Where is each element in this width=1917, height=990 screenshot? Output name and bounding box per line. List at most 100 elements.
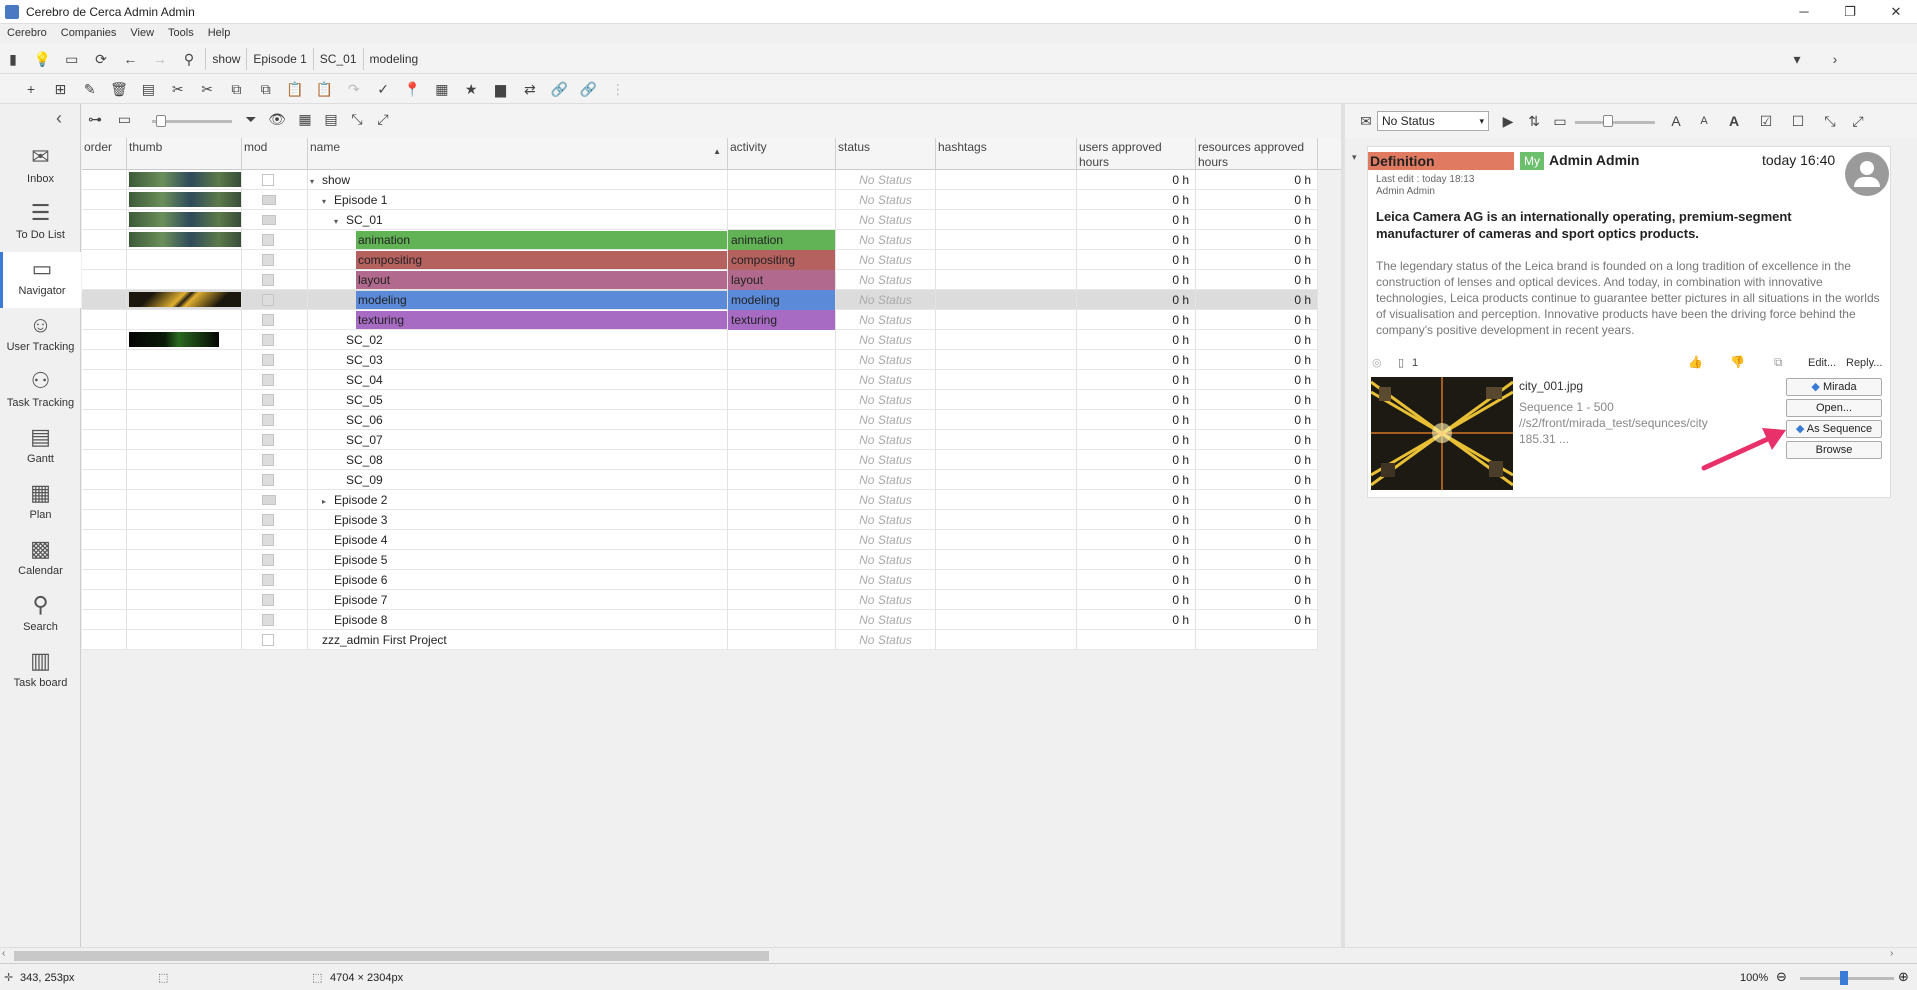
checkbox-empty-icon[interactable]: ☐: [1785, 109, 1811, 133]
attachment-thumbnail[interactable]: [1371, 377, 1513, 490]
cut-icon[interactable]: ✂: [165, 77, 191, 101]
table-row[interactable]: SC_07 No Status 0 h0 h: [82, 430, 1318, 450]
preview-slider-handle[interactable]: [1603, 115, 1613, 127]
status-cell[interactable]: No Status: [836, 590, 936, 610]
as-sequence-button[interactable]: ◆ As Sequence: [1786, 420, 1882, 438]
status-cell[interactable]: No Status: [836, 270, 936, 290]
panel-toggle-icon[interactable]: ▮: [0, 47, 26, 71]
link-icon[interactable]: 🔗: [546, 77, 572, 101]
more-icon[interactable]: ⋮: [605, 77, 631, 101]
thumb-cell[interactable]: [127, 430, 242, 450]
hashtags-cell[interactable]: [936, 170, 1077, 190]
thumb-cell[interactable]: [127, 310, 242, 330]
name-cell[interactable]: compositing: [308, 250, 728, 270]
hashtags-cell[interactable]: [936, 430, 1077, 450]
name-cell[interactable]: Episode 6: [308, 570, 728, 590]
name-cell[interactable]: SC_05: [308, 390, 728, 410]
name-cell[interactable]: ▾ Episode 1: [308, 190, 728, 210]
table-row[interactable]: SC_06 No Status 0 h0 h: [82, 410, 1318, 430]
paste-icon[interactable]: 📋: [282, 77, 308, 101]
merge-icon[interactable]: ⇄: [517, 77, 543, 101]
table-row[interactable]: Episode 3 No Status 0 h0 h: [82, 510, 1318, 530]
thumb-cell[interactable]: [127, 630, 242, 650]
filter-icon[interactable]: ⏷: [238, 107, 264, 131]
table-row[interactable]: SC_03 No Status 0 h0 h: [82, 350, 1318, 370]
add-icon[interactable]: +: [18, 77, 44, 101]
column-order[interactable]: order: [82, 138, 127, 170]
sidebar-item-search[interactable]: ⚲ Search: [0, 588, 81, 644]
minimize-button[interactable]: ─: [1784, 2, 1824, 22]
hashtags-cell[interactable]: [936, 490, 1077, 510]
table-row[interactable]: zzz_admin First Project No Status: [82, 630, 1318, 650]
hashtags-cell[interactable]: [936, 570, 1077, 590]
pin-icon[interactable]: 📍: [399, 77, 425, 101]
sidebar-item-calendar[interactable]: ▩ Calendar: [0, 532, 81, 588]
mail-icon[interactable]: ✉: [1353, 109, 1379, 133]
font-bold-icon[interactable]: A: [1721, 109, 1747, 133]
edit-link[interactable]: Edit...: [1808, 357, 1836, 369]
name-cell[interactable]: SC_03: [308, 350, 728, 370]
name-cell[interactable]: Episode 5: [308, 550, 728, 570]
lightbulb-icon[interactable]: 💡: [29, 47, 55, 71]
table-row[interactable]: Episode 6 No Status 0 h0 h: [82, 570, 1318, 590]
star-icon[interactable]: ★: [458, 77, 484, 101]
close-button[interactable]: ✕: [1876, 2, 1916, 22]
status-cell[interactable]: No Status: [836, 190, 936, 210]
column-mod[interactable]: mod: [242, 138, 308, 170]
table-row[interactable]: SC_05 No Status 0 h0 h: [82, 390, 1318, 410]
thumbnail-size-icon[interactable]: ▭: [111, 107, 137, 131]
column-resources-hours[interactable]: resources approved hours: [1196, 138, 1318, 170]
menu-help[interactable]: Help: [201, 24, 238, 39]
checkbox-checked-icon[interactable]: ☑: [1753, 109, 1779, 133]
table-row[interactable]: Episode 4 No Status 0 h0 h: [82, 530, 1318, 550]
thumb-cell[interactable]: [127, 610, 242, 630]
table-row[interactable]: Episode 5 No Status 0 h0 h: [82, 550, 1318, 570]
font-decrease-icon[interactable]: A: [1691, 109, 1717, 133]
name-cell[interactable]: zzz_admin First Project: [308, 630, 728, 650]
status-cell[interactable]: No Status: [836, 470, 936, 490]
breadcrumb-show[interactable]: show: [205, 48, 246, 70]
horizontal-scrollbar[interactable]: ‹ ›: [0, 947, 1917, 963]
hashtags-cell[interactable]: [936, 310, 1077, 330]
hashtags-cell[interactable]: [936, 210, 1077, 230]
column-activity[interactable]: activity: [728, 138, 836, 170]
column-name[interactable]: name ▲: [308, 138, 728, 170]
menu-cerebro[interactable]: Cerebro: [0, 24, 54, 39]
name-cell[interactable]: ▾ SC_01: [308, 210, 728, 230]
status-select[interactable]: No Status ▾: [1377, 111, 1489, 131]
thumb-cell[interactable]: [127, 210, 242, 230]
menu-view[interactable]: View: [123, 24, 161, 39]
scrollbar-thumb[interactable]: [14, 951, 769, 961]
delete-icon[interactable]: 🗑: [106, 77, 132, 101]
thumb-cell[interactable]: [127, 410, 242, 430]
thumbnail-slider-handle[interactable]: [156, 115, 166, 127]
table-row[interactable]: layout layout No Status 0 h0 h: [82, 270, 1318, 290]
thumb-cell[interactable]: [127, 530, 242, 550]
sidebar-item-user-tracking[interactable]: ☺ User Tracking: [0, 308, 81, 364]
collapse-icon[interactable]: ⤡: [344, 107, 370, 131]
table-row[interactable]: ▾ show No Status 0 h0 h: [82, 170, 1318, 190]
copy-icon[interactable]: ⧉: [223, 77, 249, 101]
cut-alt-icon[interactable]: ✂: [194, 77, 220, 101]
sidebar-item-navigator[interactable]: ▭ Navigator: [0, 252, 81, 308]
sort-icon[interactable]: ⇅: [1521, 109, 1547, 133]
name-cell[interactable]: Episode 8: [308, 610, 728, 630]
dislike-icon[interactable]: 👎: [1730, 355, 1745, 369]
copy-alt-icon[interactable]: ⧉: [253, 77, 279, 101]
sidebar-item-gantt[interactable]: ▤ Gantt: [0, 420, 81, 476]
sidebar-item-inbox[interactable]: ✉ Inbox: [0, 140, 81, 196]
status-cell[interactable]: No Status: [836, 250, 936, 270]
scroll-right-icon[interactable]: ›: [1890, 948, 1893, 959]
status-cell[interactable]: No Status: [836, 310, 936, 330]
forward-icon[interactable]: →: [147, 47, 173, 71]
refresh-icon[interactable]: ⟳: [88, 47, 114, 71]
table-row[interactable]: ▸ Episode 2 No Status 0 h0 h: [82, 490, 1318, 510]
thumb-cell[interactable]: [127, 250, 242, 270]
name-cell[interactable]: modeling: [308, 290, 728, 310]
preview-slider[interactable]: [1575, 121, 1655, 124]
status-cell[interactable]: No Status: [836, 230, 936, 250]
name-cell[interactable]: Episode 7: [308, 590, 728, 610]
name-cell[interactable]: SC_06: [308, 410, 728, 430]
column-users-hours[interactable]: users approved hours: [1077, 138, 1196, 170]
hashtags-cell[interactable]: [936, 350, 1077, 370]
